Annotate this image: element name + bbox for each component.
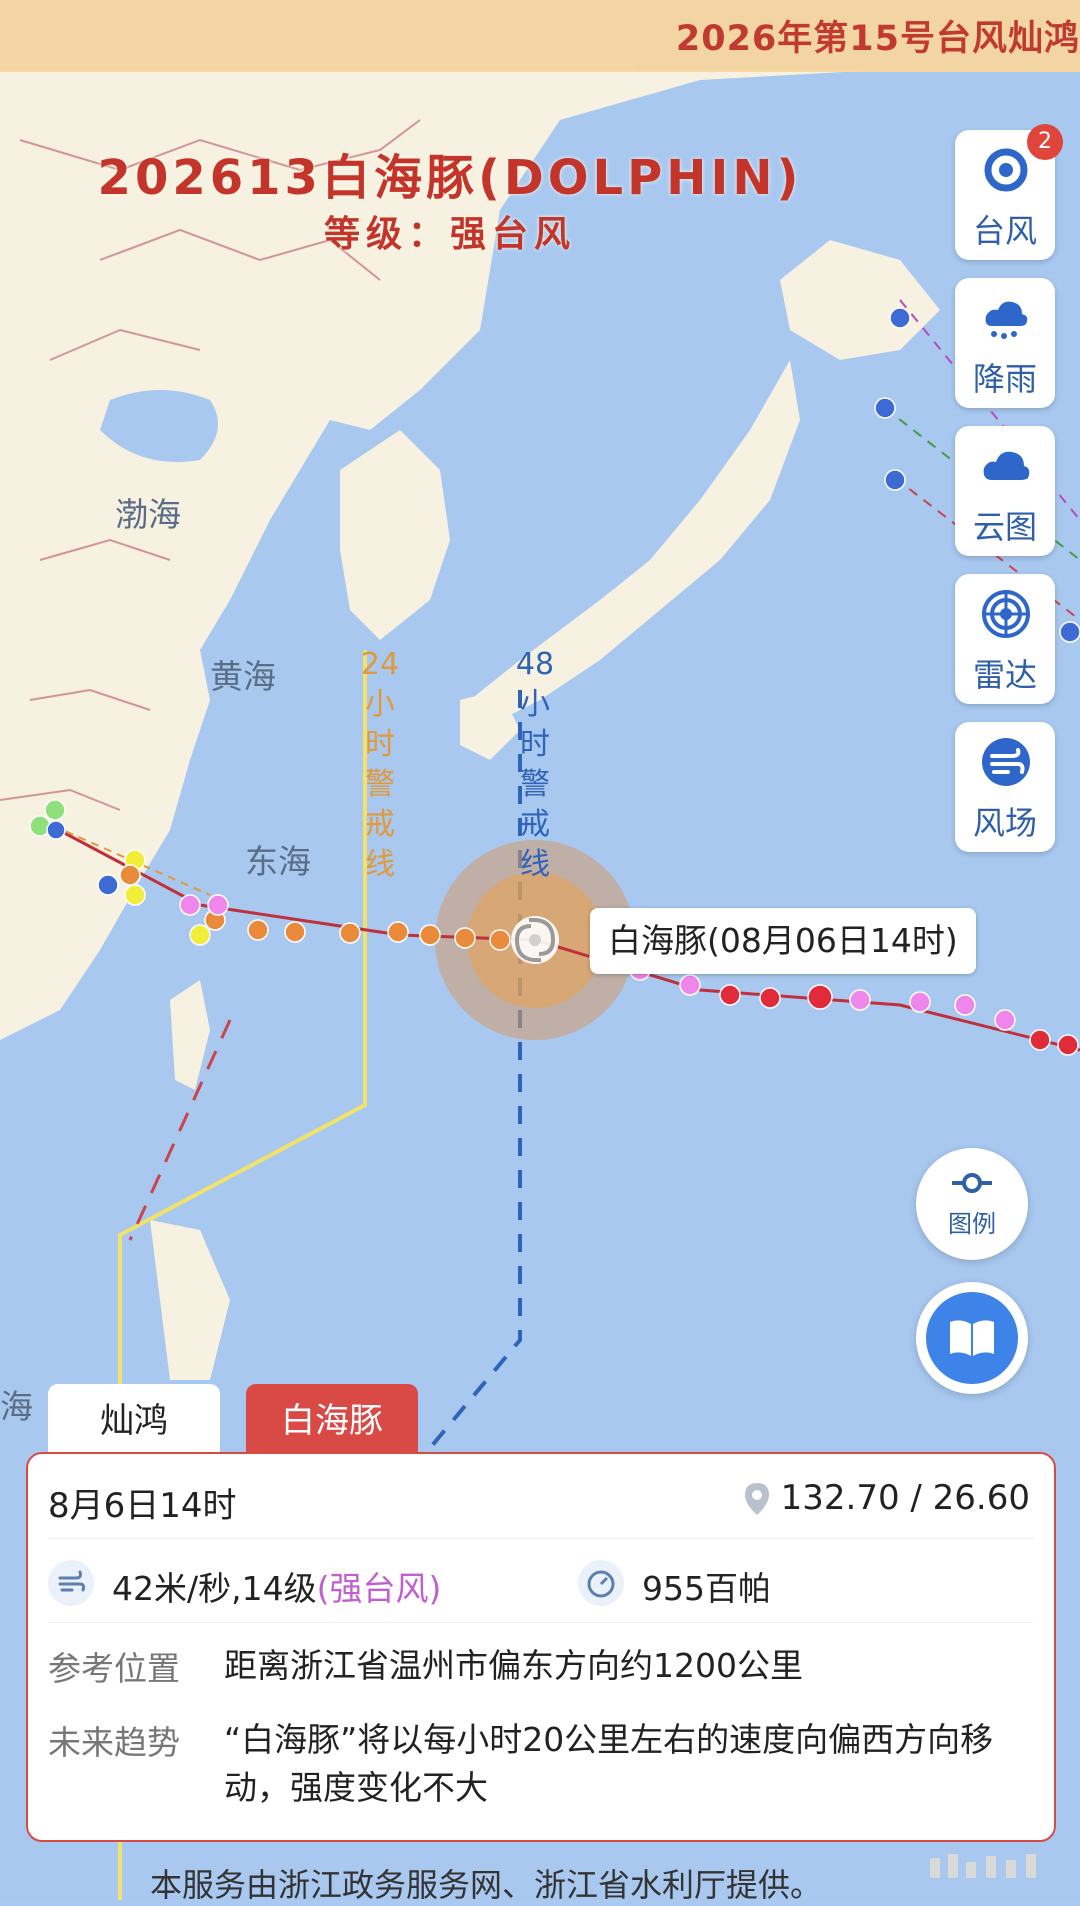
typhoon-marker-icon [511, 916, 559, 964]
tab-canhong[interactable]: 灿鸿 [48, 1384, 220, 1458]
toolbar-typhoon-button[interactable]: 台风 2 [955, 124, 1063, 260]
typhoon-info-card: 8月6日14时 132.70 / 26.60 42米/秒,14级(强台风) 95… [26, 1452, 1056, 1842]
top-banner: 2026年第15号台风灿鸿 [0, 0, 1080, 72]
sea-label-yellow-sea: 黄海 [210, 657, 276, 696]
wind-level: (强台风) [316, 1569, 442, 1608]
pressure-icon [578, 1560, 624, 1606]
toolbar-radar-button[interactable]: 雷达 [955, 574, 1055, 704]
divider [48, 1622, 1034, 1623]
cloud-icon [983, 451, 1030, 480]
footer-text: 本服务由浙江政务服务网、浙江省水利厅提供。 [150, 1866, 823, 1904]
map-toolbar: 台风 2 降雨 云图 雷达 风场 [955, 124, 1063, 870]
coordinates: 132.70 / 26.60 [780, 1478, 1030, 1518]
rain-icon [985, 301, 1028, 339]
banner-title: 2026年第15号台风灿鸿 [675, 19, 1080, 59]
legend-icon [952, 1173, 992, 1193]
storm-title: 202613白海豚(DOLPHIN) [97, 150, 803, 206]
typhoon-count-badge: 2 [1027, 124, 1063, 160]
typhoon-icon [984, 148, 1028, 192]
warning-24-label: 24 小 时 警 戒 线 [360, 647, 400, 882]
wind-icon [982, 738, 1030, 786]
book-icon [950, 1320, 994, 1356]
warning-48-label: 48 小 时 警 戒 线 [515, 647, 555, 882]
guide-button[interactable] [916, 1282, 1028, 1394]
tab-baihaitun[interactable]: 白海豚 [246, 1384, 418, 1458]
sea-label-east-sea: 东海 [245, 842, 311, 881]
toolbar-cloud-button[interactable]: 云图 [955, 426, 1055, 556]
toolbar-rain-button[interactable]: 降雨 [955, 278, 1055, 408]
legend-button[interactable]: 图例 [916, 1148, 1028, 1260]
wind-speed: 42米/秒,14级(强台风) [112, 1569, 442, 1608]
storm-level: 等级：强台风 [323, 214, 576, 255]
wind-speed-icon [48, 1560, 94, 1606]
location-pin-icon [745, 1483, 769, 1515]
toolbar-wind-button[interactable]: 风场 [955, 722, 1055, 852]
watermark-icon [930, 1854, 1036, 1878]
observation-time: 8月6日14时 [48, 1486, 237, 1526]
sea-label-edge: 海 [0, 1387, 33, 1426]
radar-icon [982, 590, 1030, 638]
pressure: 955百帕 [642, 1569, 771, 1608]
sea-label-bohai: 渤海 [115, 495, 181, 534]
typhoon-callout[interactable]: 白海豚(08月06日14时) [590, 908, 976, 974]
divider [48, 1538, 1034, 1539]
